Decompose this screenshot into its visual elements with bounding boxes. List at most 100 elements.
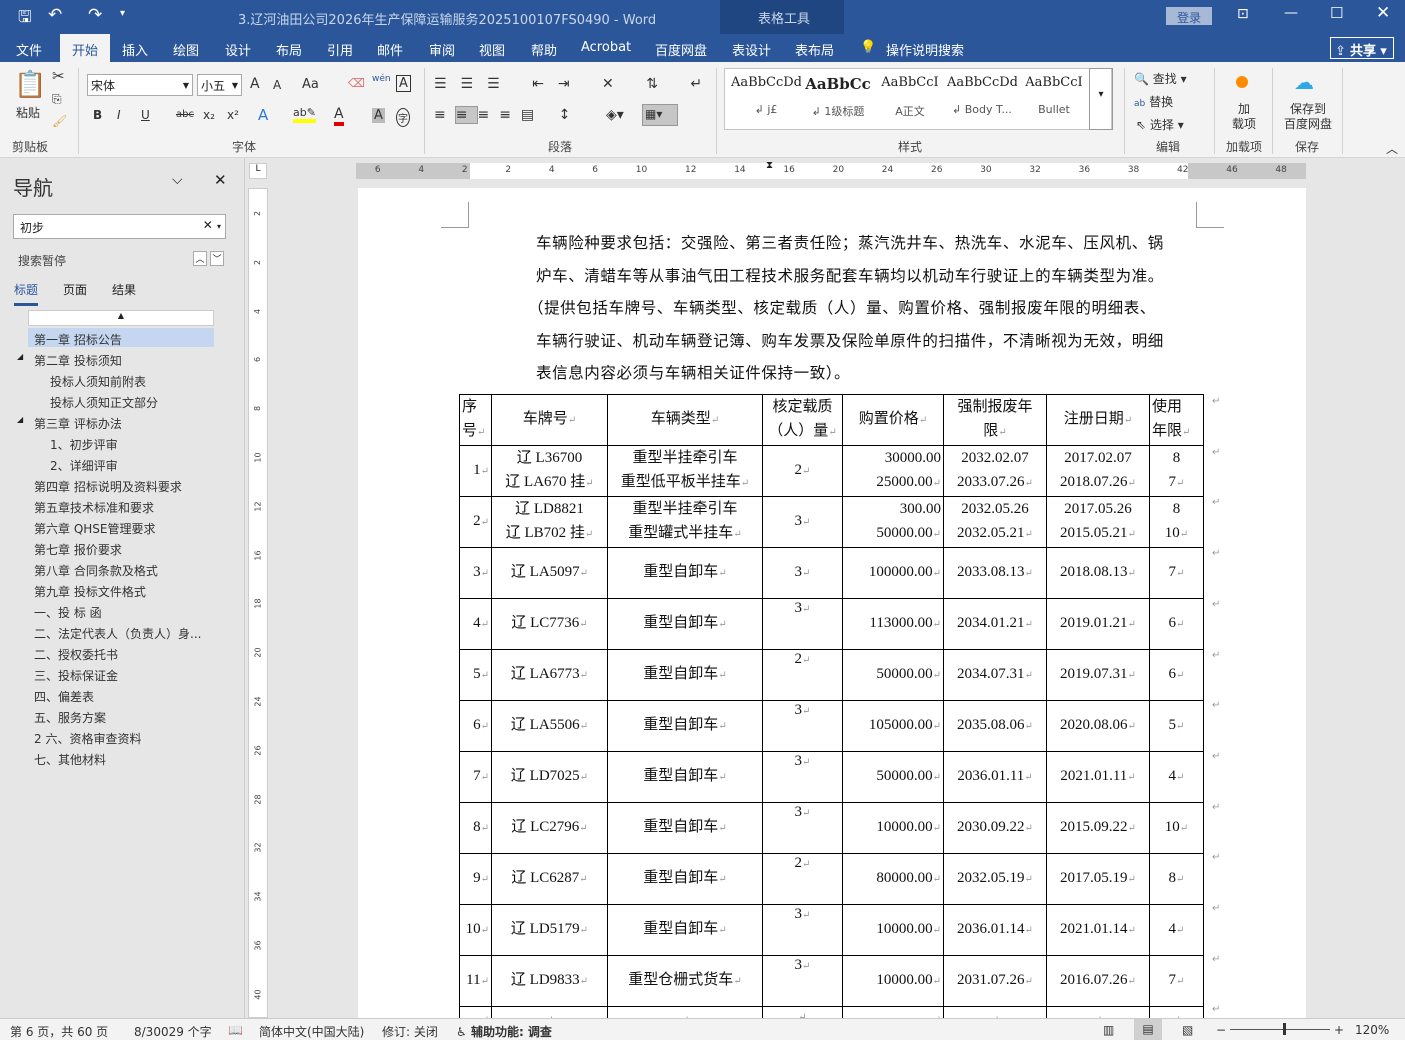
tab-design[interactable]: 设计: [225, 40, 251, 59]
table-cell[interactable]: 3↵: [762, 547, 843, 599]
table-cell[interactable]: 3↵: [762, 496, 843, 548]
nav-options-icon[interactable]: ⌵: [172, 172, 183, 188]
italic-button[interactable]: I: [117, 108, 121, 122]
table-cell[interactable]: 8 10↵: [1149, 496, 1204, 548]
table-cell[interactable]: 重型自卸车↵: [607, 751, 763, 803]
table-cell[interactable]: 3↵: [762, 751, 843, 803]
tab-layout[interactable]: 布局: [276, 40, 302, 59]
nav-heading-item[interactable]: 第二章 投标须知: [34, 352, 122, 369]
tab-file[interactable]: 文件: [16, 40, 42, 59]
table-cell[interactable]: 辽 LA5097↵: [491, 547, 608, 599]
nav-heading-item[interactable]: 一、投 标 函: [34, 604, 102, 621]
table-cell[interactable]: 2032.02.07 2033.07.26↵: [943, 445, 1047, 497]
nav-heading-item[interactable]: 2、详细评审: [50, 457, 118, 474]
tab-home[interactable]: 开始: [60, 34, 111, 62]
table-cell[interactable]: 2017.02.07 2018.07.26↵: [1046, 445, 1150, 497]
tab-references[interactable]: 引用: [327, 40, 353, 59]
zoom-in-button[interactable]: +: [1334, 1023, 1344, 1037]
find-button[interactable]: 🔍 查找 ▾: [1134, 70, 1187, 87]
table-header-cell[interactable]: 注册日期↵: [1046, 394, 1150, 446]
table-cell[interactable]: 2019.01.21↵: [1046, 598, 1150, 650]
table-cell[interactable]: 7↵: [459, 751, 492, 803]
table-cell[interactable]: 辽 LD7025↵: [491, 751, 608, 803]
enclose-char-button[interactable]: 字: [396, 108, 410, 127]
subscript-button[interactable]: x₂: [203, 108, 215, 122]
text-effects-icon[interactable]: A: [258, 106, 268, 124]
read-mode-icon[interactable]: ▥: [1103, 1023, 1114, 1037]
font-size-select[interactable]: 小五 ▼: [197, 74, 242, 96]
scroll-up-button[interactable]: ▲: [28, 310, 214, 326]
table-cell[interactable]: 30000.00 25000.00↵: [842, 445, 944, 497]
table-cell[interactable]: 重型半挂牵引车 重型低平板半挂车↵: [607, 445, 763, 497]
table-cell[interactable]: 辽 LD5179↵: [491, 904, 608, 956]
table-cell[interactable]: 重型仓栅式货车↵: [607, 955, 763, 1007]
word-count[interactable]: 8/30029 个字: [134, 1023, 212, 1040]
table-cell[interactable]: 辽 LD9833↵: [491, 955, 608, 1007]
pinyin-button[interactable]: wén: [372, 74, 391, 84]
nav-tab-pages[interactable]: 页面: [63, 281, 87, 298]
table-cell[interactable]: 2016.07.26↵: [1046, 955, 1150, 1007]
table-cell[interactable]: 10000.00↵: [842, 802, 944, 854]
table-cell[interactable]: 2031.07.26↵: [943, 955, 1047, 1007]
table-cell[interactable]: 2034.01.21↵: [943, 598, 1047, 650]
print-layout-icon[interactable]: ▤: [1134, 1019, 1162, 1040]
shrink-font-button[interactable]: A: [273, 78, 281, 92]
nav-heading-item[interactable]: 第一章 招标公告: [34, 331, 122, 348]
zoom-slider[interactable]: [1230, 1023, 1330, 1035]
table-cell[interactable]: 2035.08.06↵: [943, 700, 1047, 752]
style-item[interactable]: AaBbCcDd ↲ j£: [731, 75, 801, 116]
table-cell[interactable]: 50000.00↵: [842, 751, 944, 803]
nav-heading-item[interactable]: 第四章 招标说明及资料要求: [34, 478, 182, 495]
table-cell[interactable]: 辽 LC6287↵: [491, 853, 608, 905]
zoom-out-button[interactable]: −: [1216, 1023, 1226, 1037]
zoom-slider-thumb[interactable]: [1282, 1023, 1286, 1035]
ribbon-display-icon[interactable]: ⊡: [1237, 6, 1249, 22]
table-cell[interactable]: 辽 LD8821 辽 LB702 挂↵: [491, 496, 608, 548]
nav-heading-item[interactable]: 2 六、资格审查资料: [34, 730, 141, 747]
tab-review[interactable]: 审阅: [429, 40, 455, 59]
language[interactable]: 简体中文(中国大陆): [259, 1023, 364, 1040]
tab-table-design[interactable]: 表设计: [732, 40, 771, 59]
save-icon[interactable]: 🖫: [18, 6, 32, 33]
collapse-triangle-icon[interactable]: ◢: [17, 415, 23, 424]
underline-button[interactable]: U: [141, 108, 150, 122]
table-cell[interactable]: 300.00 50000.00↵: [842, 496, 944, 548]
nav-tab-results[interactable]: 结果: [112, 281, 136, 298]
nav-heading-item[interactable]: 投标人须知正文部分: [50, 394, 158, 411]
nav-heading-item[interactable]: 投标人须知前附表: [50, 373, 146, 390]
table-cell[interactable]: 2020.08.06↵: [1046, 700, 1150, 752]
table-cell[interactable]: 100000.00↵: [842, 547, 944, 599]
table-cell[interactable]: 3↵: [459, 547, 492, 599]
vehicle-table[interactable]: 序 号↵ 车牌号↵ 车辆类型↵ 核定载质 （人）量↵ 购置价格↵ 强制报废年 限↵ 注册日期…: [459, 394, 1204, 1034]
style-item[interactable]: AaBbCcI Bullet: [1019, 75, 1089, 116]
bold-button[interactable]: B: [93, 108, 102, 122]
strikethrough-button[interactable]: abc: [176, 109, 194, 120]
table-cell[interactable]: 辽 L36700 辽 LA670 挂↵: [491, 445, 608, 497]
table-header-cell[interactable]: 车牌号↵: [491, 394, 608, 446]
table-cell[interactable]: 2015.09.22↵: [1046, 802, 1150, 854]
table-cell[interactable]: 3↵: [762, 700, 843, 752]
table-cell[interactable]: 10↵: [459, 904, 492, 956]
table-cell[interactable]: 8 7↵: [1149, 445, 1204, 497]
nav-heading-item[interactable]: 三、投标保证金: [34, 667, 118, 684]
table-cell[interactable]: 10↵: [1149, 802, 1204, 854]
table-header-cell[interactable]: 购置价格↵: [842, 394, 944, 446]
nav-close-icon[interactable]: ✕: [214, 171, 227, 189]
minimize-button[interactable]: —: [1284, 5, 1298, 21]
table-cell[interactable]: 重型自卸车↵: [607, 649, 763, 701]
indent-marker-icon[interactable]: ⧗: [766, 160, 773, 171]
nav-heading-item[interactable]: 第六章 QHSE管理要求: [34, 520, 155, 537]
zoom-level[interactable]: 120%: [1355, 1023, 1389, 1037]
table-cell[interactable]: 2021.01.14↵: [1046, 904, 1150, 956]
table-cell[interactable]: 重型自卸车↵: [607, 904, 763, 956]
addins-button[interactable]: 加 载项: [1232, 102, 1256, 132]
table-cell[interactable]: 4↵: [459, 598, 492, 650]
table-cell[interactable]: 2↵: [459, 496, 492, 548]
style-item[interactable]: AaBbCcDd ↲ Body T...: [947, 75, 1017, 116]
table-header-cell[interactable]: 核定载质 （人）量↵: [762, 394, 843, 446]
nav-heading-item[interactable]: 二、授权委托书: [34, 646, 118, 663]
nav-heading-item[interactable]: 第七章 报价要求: [34, 541, 122, 558]
font-color-icon[interactable]: A: [334, 106, 344, 126]
share-button[interactable]: ⇪ 共享 ▾: [1330, 37, 1394, 59]
table-cell[interactable]: 9↵: [459, 853, 492, 905]
